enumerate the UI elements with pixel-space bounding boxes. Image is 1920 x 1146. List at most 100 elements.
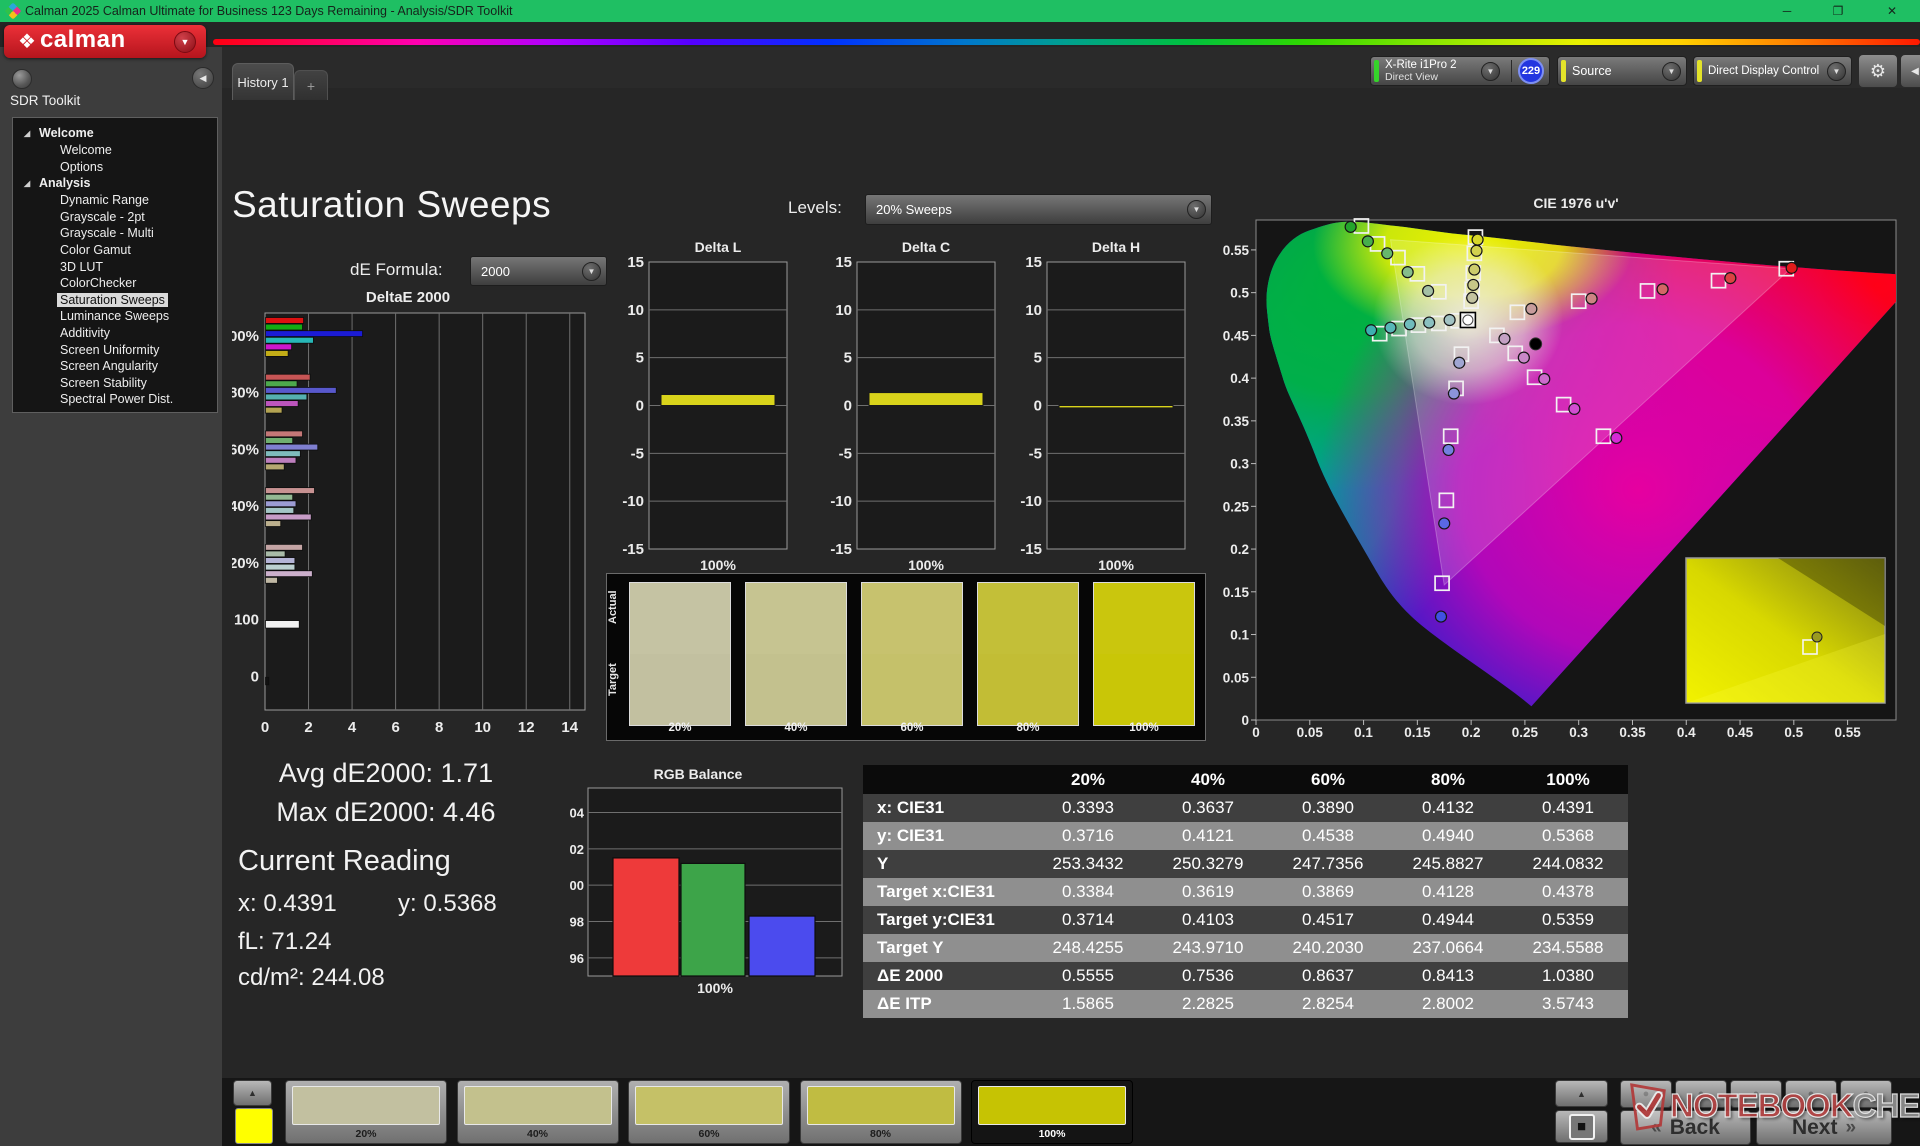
svg-text:0.2: 0.2 (1230, 542, 1249, 557)
patch-button-40%[interactable]: 40% (456, 1080, 619, 1144)
calman-menu-button[interactable]: ❖ calman ▼ (4, 25, 206, 58)
sidebar-item-saturation-sweeps[interactable]: Saturation Sweeps (13, 292, 217, 309)
chevron-left-icon: ◀ (1911, 65, 1919, 77)
patch-window-button[interactable]: ■ (1555, 1110, 1608, 1143)
panel-collapse-button[interactable]: ◀ (1900, 54, 1920, 88)
table-cell: 0.3869 (1268, 878, 1388, 906)
patch-options-expand-button[interactable]: ▲ (1555, 1080, 1608, 1107)
table-row-label: Target y:CIE31 (863, 906, 1028, 934)
sidebar-item-3d-lut[interactable]: 3D LUT (13, 259, 217, 276)
swatch-target (978, 654, 1078, 725)
sidebar-item-grayscale-multi[interactable]: Grayscale - Multi (13, 225, 217, 242)
levels-label: Levels: (788, 198, 842, 217)
svg-text:-15: -15 (622, 541, 644, 558)
table-row-label: Target x:CIE31 (863, 878, 1028, 906)
measured-marker-red (1724, 272, 1737, 285)
table-cell: 2.8254 (1268, 990, 1388, 1018)
sidebar-title: SDR Toolkit (10, 93, 81, 108)
svg-text:0: 0 (844, 398, 852, 415)
calman-logo-text: calman (39, 26, 126, 53)
current-reading-title: Current Reading (238, 845, 451, 877)
add-tab-button[interactable]: + (294, 70, 328, 100)
svg-text:100%: 100% (232, 328, 259, 345)
swatch-actual (862, 583, 962, 654)
patch-button-20%[interactable]: 20% (285, 1080, 447, 1144)
patch-button-80%[interactable]: 80% (799, 1080, 962, 1144)
sidebar-item-color-gamut[interactable]: Color Gamut (13, 242, 217, 259)
tab-history-1[interactable]: History 1 (232, 63, 294, 100)
sidebar-item-dynamic-range[interactable]: Dynamic Range (13, 192, 217, 209)
sidebar-sphere-button[interactable] (12, 69, 32, 89)
source-dropdown[interactable]: Source ▼ (1557, 56, 1687, 86)
swatch-100% (1093, 582, 1195, 726)
sidebar-item-screen-uniformity[interactable]: Screen Uniformity (13, 342, 217, 359)
chevron-down-icon: ▼ (1481, 61, 1500, 81)
svg-text:0.55: 0.55 (1223, 243, 1250, 258)
tree-expander-icon[interactable]: ◢ (24, 175, 30, 192)
tree-group-welcome[interactable]: ◢ Welcome (13, 125, 217, 142)
svg-text:Delta H: Delta H (1092, 239, 1140, 255)
display-control-dropdown[interactable]: Direct Display Control ▼ (1693, 56, 1852, 86)
swatch-label: 80% (1016, 722, 1040, 734)
table-row: x: CIE31 0.3393 0.3637 0.3890 0.4132 0.4391 (863, 794, 1628, 822)
tree-expander-icon[interactable]: ◢ (24, 125, 30, 142)
swatch-label: 40% (784, 722, 808, 734)
cie-1976-chart: 0 0.05 0.1 0.15 0.2 0.25 0.3 0.35 0.4 0.45 0.5 0.55… (1223, 195, 1897, 738)
table-cell: 0.4391 (1508, 794, 1628, 822)
patch-button-60%[interactable]: 60% (628, 1080, 790, 1144)
svg-text:2: 2 (304, 719, 312, 736)
minimize-button[interactable]: ─ (1767, 0, 1807, 22)
measured-marker-blue (1438, 517, 1451, 530)
swatch-target (1094, 654, 1194, 725)
svg-text:RGB Balance: RGB Balance (654, 766, 743, 782)
sidebar: ◀ SDR Toolkit ◢ Welcome Welcome Options ◢ Ana… (0, 47, 222, 1146)
sidebar-item-additivity[interactable]: Additivity (13, 325, 217, 342)
measured-marker-yellow (1467, 278, 1480, 292)
svg-text:14: 14 (561, 719, 578, 736)
swatch-label: 100% (1129, 722, 1159, 734)
sidebar-collapse-button[interactable]: ◀ (192, 67, 214, 89)
table-cell: 250.3279 (1148, 850, 1268, 878)
svg-text:6: 6 (391, 719, 399, 736)
svg-text:0: 0 (261, 719, 269, 736)
restore-button[interactable]: ❐ (1818, 0, 1858, 22)
close-button[interactable]: ✕ (1872, 0, 1912, 22)
sidebar-item-screen-stability[interactable]: Screen Stability (13, 375, 217, 392)
table-cell: 244.0832 (1508, 850, 1628, 878)
svg-text:15: 15 (835, 254, 852, 271)
table-header-cell: 80% (1388, 765, 1508, 794)
sidebar-item-grayscale-2pt[interactable]: Grayscale - 2pt (13, 209, 217, 226)
sidebar-item-screen-angularity[interactable]: Screen Angularity (13, 358, 217, 375)
sidebar-item-options[interactable]: Options (13, 159, 217, 176)
table-cell: 1.5865 (1028, 990, 1148, 1018)
settings-button[interactable]: ⚙ (1858, 54, 1898, 88)
svg-text:40%: 40% (232, 498, 259, 515)
sidebar-item-spectral-power-dist-[interactable]: Spectral Power Dist. (13, 391, 217, 408)
svg-text:0.35: 0.35 (1619, 725, 1646, 738)
svg-text:100: 100 (570, 878, 584, 893)
sidebar-item-colorchecker[interactable]: ColorChecker (13, 275, 217, 292)
svg-text:102: 102 (570, 842, 584, 857)
svg-text:0: 0 (251, 668, 259, 685)
svg-text:0.2: 0.2 (1462, 725, 1481, 738)
swatch-panel-expand-button[interactable]: ▲ (233, 1080, 272, 1106)
tree-group-analysis[interactable]: ◢ Analysis (13, 175, 217, 192)
table-cell: 0.5359 (1508, 906, 1628, 934)
svg-text:0.05: 0.05 (1223, 670, 1250, 685)
sidebar-item-welcome[interactable]: Welcome (13, 142, 217, 159)
deltae2000-chart: DeltaE 2000 0 2 4 6 8 10 12 14 100% 80% 60% 40% 20% 10… (232, 289, 586, 736)
table-cell: 0.3637 (1148, 794, 1268, 822)
svg-text:0.35: 0.35 (1223, 414, 1250, 429)
sidebar-item-luminance-sweeps[interactable]: Luminance Sweeps (13, 308, 217, 325)
current-patch-swatch[interactable] (235, 1108, 273, 1144)
patch-button-100%[interactable]: 100% (971, 1080, 1133, 1144)
svg-text:CIE 1976 u'v': CIE 1976 u'v' (1533, 195, 1618, 211)
measured-marker-green (1344, 220, 1357, 233)
table-row: Target Y 248.4255 243.9710 240.2030 237.0664… (863, 934, 1628, 962)
levels-dropdown[interactable]: 20% Sweeps ▼ (865, 194, 1212, 225)
meter-dropdown[interactable]: X-Rite i1Pro 2 Direct View ▼ 229 (1370, 56, 1550, 86)
de-formula-dropdown[interactable]: 2000 ▼ (470, 256, 607, 286)
svg-text:96: 96 (570, 951, 584, 966)
svg-text:100%: 100% (1098, 557, 1134, 573)
table-cell: 243.9710 (1148, 934, 1268, 962)
